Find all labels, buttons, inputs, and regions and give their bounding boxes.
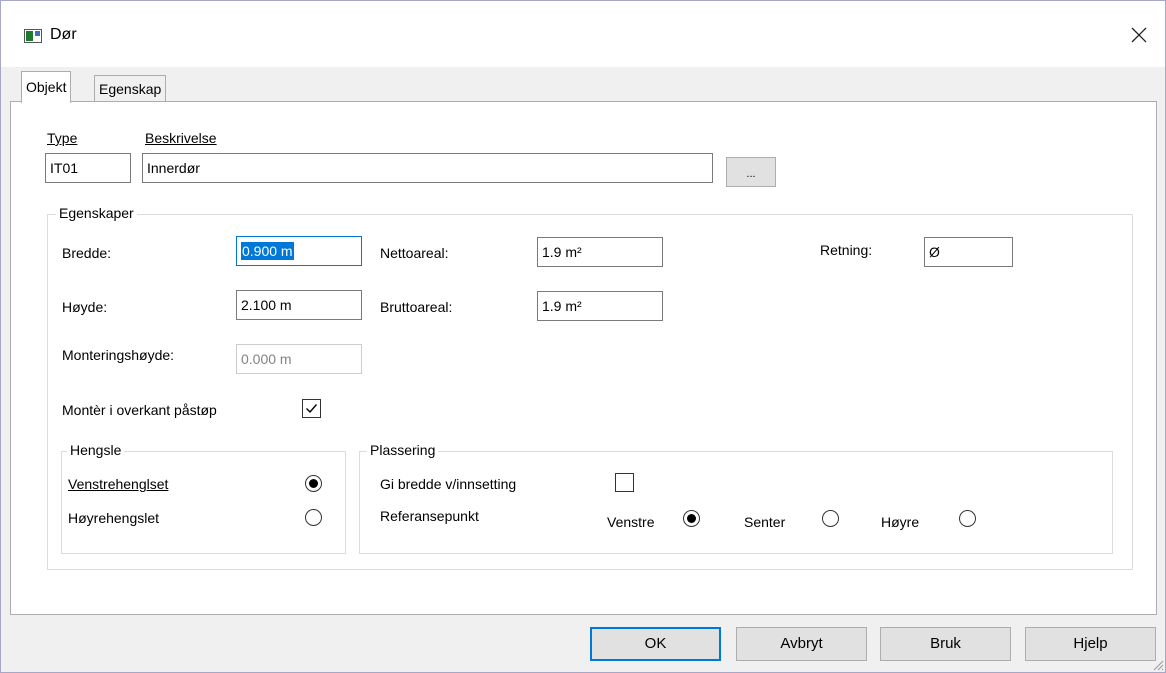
tab-egenskap-label: Egenskap	[99, 81, 162, 97]
net-area-label: Nettoareal:	[380, 245, 449, 261]
hinge-left-label: Venstrehenglset	[68, 476, 169, 492]
cancel-button-label: Avbryt	[780, 635, 823, 652]
browse-button[interactable]: ...	[726, 157, 776, 187]
radio-dot-icon	[309, 479, 318, 488]
hinge-right-label: Høyrehengslet	[68, 510, 160, 526]
mount-top-checkbox[interactable]	[302, 399, 321, 418]
close-icon	[1131, 27, 1147, 43]
tab-objekt-label: Objekt	[26, 79, 67, 95]
ok-button[interactable]: OK	[590, 627, 721, 661]
direction-label: Retning:	[820, 242, 873, 258]
description-label: Beskrivelse	[145, 130, 217, 146]
gross-area-label: Bruttoareal:	[380, 299, 453, 315]
browse-button-label: ...	[746, 168, 756, 180]
title-bar: Dør	[1, 1, 1165, 67]
direction-field[interactable]: Ø	[924, 237, 1013, 267]
hinge-right-radio[interactable]	[305, 509, 322, 526]
set-width-checkbox[interactable]	[615, 473, 634, 492]
checkmark-icon	[306, 404, 318, 414]
hinge-left-radio[interactable]	[305, 475, 322, 492]
help-button-label: Hjelp	[1073, 635, 1108, 652]
gross-area-field[interactable]: 1.9 m²	[537, 291, 663, 321]
resize-grip-icon[interactable]	[1150, 657, 1164, 671]
close-button[interactable]	[1119, 17, 1159, 53]
type-label-text: Type	[47, 130, 78, 146]
width-field[interactable]: 0.900 m	[236, 236, 362, 266]
width-value: 0.900 m	[241, 242, 294, 260]
help-button[interactable]: Hjelp	[1025, 627, 1156, 661]
reference-center-label: Senter	[744, 514, 786, 530]
type-label: Type	[47, 130, 77, 146]
tab-egenskap[interactable]: Egenskap	[94, 75, 167, 102]
reference-right-label: Høyre	[881, 514, 920, 530]
hinge-group-title: Hengsle	[67, 442, 125, 458]
reference-left-radio[interactable]	[683, 510, 700, 527]
type-field[interactable]: IT01	[45, 153, 131, 183]
net-area-field[interactable]: 1.9 m²	[537, 237, 663, 267]
placement-group	[359, 451, 1113, 554]
mount-top-label: Montèr i overkant påstøp	[62, 402, 217, 418]
placement-group-title: Plassering	[367, 442, 439, 458]
height-label: Høyde:	[62, 299, 108, 315]
apply-button-label: Bruk	[930, 635, 961, 652]
properties-group-title: Egenskaper	[56, 205, 137, 221]
window-title: Dør	[50, 26, 77, 43]
mount-height-label: Monteringshøyde:	[62, 347, 175, 363]
description-field[interactable]: Innerdør	[142, 153, 713, 183]
tab-objekt[interactable]: Objekt	[21, 71, 72, 103]
mount-height-field: 0.000 m	[236, 344, 362, 374]
reference-label: Referansepunkt	[380, 508, 479, 524]
cancel-button[interactable]: Avbryt	[736, 627, 867, 661]
height-field[interactable]: 2.100 m	[236, 290, 362, 320]
set-width-label: Gi bredde v/innsetting	[380, 476, 517, 492]
reference-left-label: Venstre	[607, 514, 655, 530]
ok-button-label: OK	[644, 635, 667, 652]
reference-center-radio[interactable]	[822, 510, 839, 527]
app-icon	[24, 29, 42, 43]
apply-button[interactable]: Bruk	[880, 627, 1011, 661]
width-label: Bredde:	[62, 245, 112, 261]
description-label-text: Beskrivelse	[145, 130, 217, 146]
reference-right-radio[interactable]	[959, 510, 976, 527]
radio-dot-icon	[687, 514, 696, 523]
hinge-group	[61, 451, 346, 554]
